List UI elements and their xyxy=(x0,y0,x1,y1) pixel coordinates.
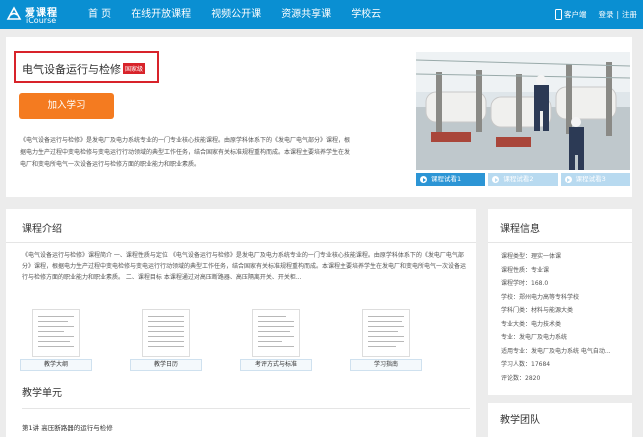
logo-en-text: iCourse xyxy=(26,16,57,25)
doc-thumbnail xyxy=(32,309,80,357)
client-link[interactable]: 客户端 xyxy=(564,9,587,20)
info-course-hours: 课程学时：168.0 xyxy=(501,280,549,287)
course-intro-panel: 课程介绍 《电气设备运行与检修》课程简介 一、课程性质与定位 《电气设备运行与检… xyxy=(6,209,476,437)
course-photo xyxy=(416,52,630,170)
doc-label: 学习指南 xyxy=(350,359,422,371)
trial-video-label: 课程试看1 xyxy=(431,175,462,183)
nav-item-video-courses[interactable]: 视频公开课 xyxy=(211,0,261,29)
doc-thumbnail xyxy=(252,309,300,357)
info-learners-count: 学习人数：17684 xyxy=(501,361,551,368)
info-comments-count: 评论数：2820 xyxy=(501,374,541,382)
teaching-team-panel: 教学团队 xyxy=(488,403,632,437)
user-nav: 客户端 登录 | 注册 xyxy=(554,0,637,29)
logo-mark-icon xyxy=(6,6,22,20)
phone-icon xyxy=(554,9,562,20)
trial-video-tabs: 课程试看1 课程试看2 课程试看3 xyxy=(416,173,630,186)
intro-text: 《电气设备运行与检修》课程简介 一、课程性质与定位 《电气设备运行与检修》是发电… xyxy=(22,252,467,281)
divider xyxy=(6,242,476,243)
nav-item-open-courses[interactable]: 在线开放课程 xyxy=(131,0,191,29)
divider xyxy=(488,242,632,243)
trial-video-label: 课程试看2 xyxy=(503,175,534,183)
info-school: 学校：郑州电力高等专科学校 xyxy=(501,293,580,301)
login-link[interactable]: 登录 xyxy=(598,9,613,20)
course-info-panel: 课程信息 课程类型：理实一体课 课程性质：专业课 课程学时：168.0 学校：郑… xyxy=(488,209,632,395)
team-section-title: 教学团队 xyxy=(500,415,540,426)
course-description: 《电气设备运行与检修》是发电厂及电力系统专业的一门专业核心技能课程。由原学科体系… xyxy=(20,137,351,168)
top-nav-bar: 爱课程 iCourse 首 页 在线开放课程 视频公开课 资源共享课 学校云 客… xyxy=(0,0,643,29)
course-header-panel: 电气设备运行与检修 国家级 加入学习 《电气设备运行与检修》是发电厂及电力系统专… xyxy=(6,37,632,197)
info-discipline: 学科门类：材料与能源大类 xyxy=(501,307,574,314)
doc-calendar[interactable]: 教学日历 xyxy=(130,309,202,371)
join-course-button[interactable]: 加入学习 xyxy=(19,93,114,119)
play-icon xyxy=(564,176,572,183)
course-title: 电气设备运行与检修 xyxy=(22,63,121,76)
doc-thumbnail xyxy=(142,309,190,357)
info-course-type: 课程类型：理实一体课 xyxy=(501,253,562,260)
register-link[interactable]: 注册 xyxy=(622,9,637,20)
doc-label: 考评方式与标准 xyxy=(240,359,312,371)
nav-item-shared-courses[interactable]: 资源共享课 xyxy=(281,0,331,29)
play-icon xyxy=(420,176,427,183)
info-major-category: 专业大类：电力技术类 xyxy=(501,320,562,328)
doc-assessment[interactable]: 考评方式与标准 xyxy=(240,309,312,371)
main-nav: 首 页 在线开放课程 视频公开课 资源共享课 学校云 xyxy=(88,0,401,29)
course-title-box: 电气设备运行与检修 国家级 xyxy=(14,51,159,83)
intro-section-title: 课程介绍 xyxy=(22,224,62,235)
doc-study-guide[interactable]: 学习指南 xyxy=(350,309,422,371)
doc-syllabus[interactable]: 教学大纲 xyxy=(20,309,92,371)
nav-item-school-cloud[interactable]: 学校云 xyxy=(351,0,381,29)
course-info-list: 课程类型：理实一体课 课程性质：专业课 课程学时：168.0 学校：郑州电力高等… xyxy=(501,250,627,385)
nav-item-home[interactable]: 首 页 xyxy=(88,0,111,29)
info-applicable-majors: 适用专业：发电厂及电力系统 电气自动... xyxy=(501,347,611,355)
trial-video-tab-2[interactable]: 课程试看2 xyxy=(488,173,558,186)
trial-video-label: 课程试看3 xyxy=(575,175,606,183)
page: 爱课程 iCourse 首 页 在线开放课程 视频公开课 资源共享课 学校云 客… xyxy=(0,0,643,437)
doc-label: 教学日历 xyxy=(130,359,202,371)
doc-label: 教学大纲 xyxy=(20,359,92,371)
national-level-badge: 国家级 xyxy=(123,63,146,74)
divider xyxy=(22,408,470,409)
info-course-nature: 课程性质：专业课 xyxy=(501,266,550,274)
play-icon xyxy=(492,176,500,183)
course-documents: 教学大纲 教学日历 考评方式与标准 学习指南 xyxy=(20,309,470,371)
units-section-title: 教学单元 xyxy=(22,388,62,399)
nav-separator: | xyxy=(616,10,619,19)
icourse-logo[interactable]: 爱课程 iCourse xyxy=(5,3,77,27)
doc-thumbnail xyxy=(362,309,410,357)
info-section-title: 课程信息 xyxy=(500,224,540,235)
unit-item-1[interactable]: 第1讲 高压断路器的运行与检修 xyxy=(22,422,113,432)
info-major: 专业：发电厂及电力系统 xyxy=(501,334,568,341)
trial-video-tab-3[interactable]: 课程试看3 xyxy=(560,173,630,186)
trial-video-tab-1[interactable]: 课程试看1 xyxy=(416,173,486,186)
